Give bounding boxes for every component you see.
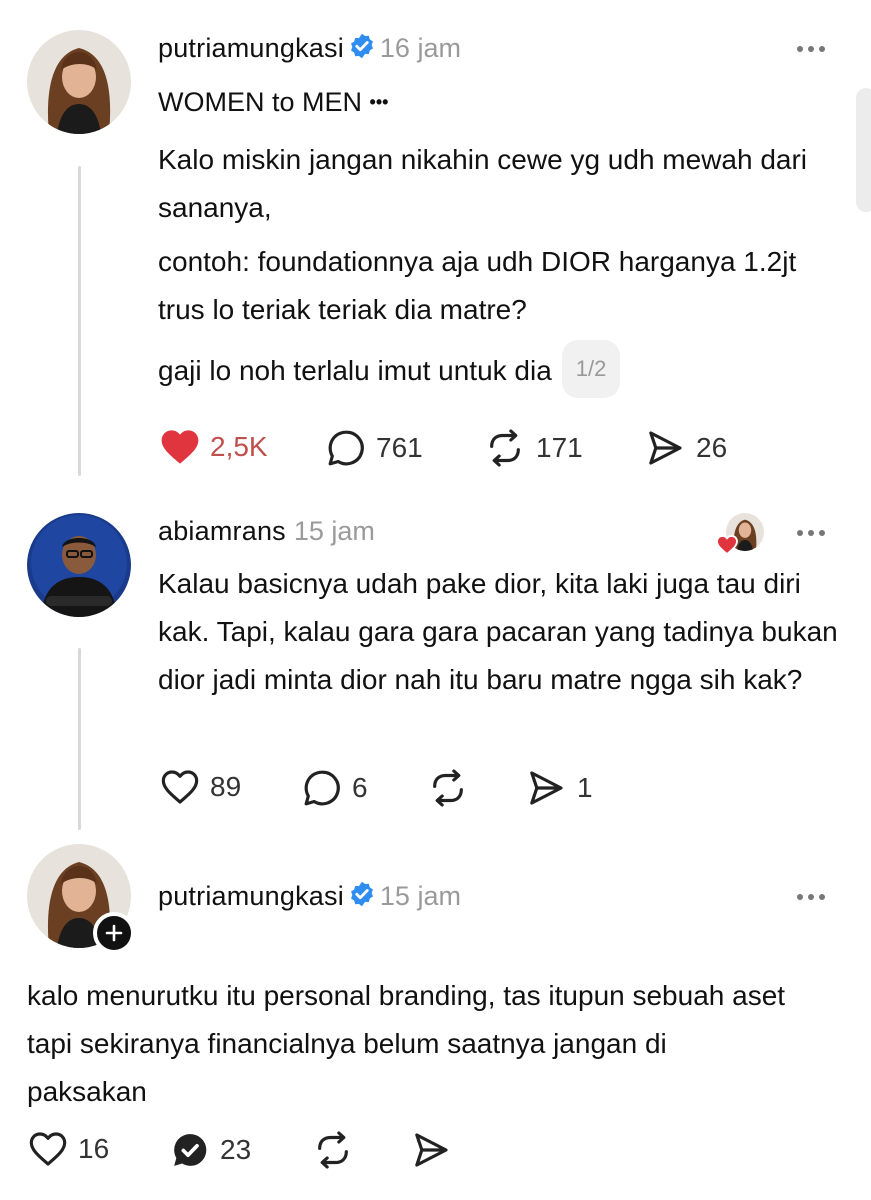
scrollbar-hint[interactable] [856,88,871,212]
page-indicator[interactable]: 1/2 [561,340,621,398]
username[interactable]: abiamrans [158,516,286,547]
post-paragraph-3: gaji lo noh terlalu imut untuk dia 1/2 [158,340,848,398]
repost-icon [490,429,520,467]
username[interactable]: putriamungkasi [158,33,344,64]
comment-count: 23 [220,1134,252,1165]
heart-filled-icon [161,430,199,464]
username[interactable]: putriamungkasi [158,881,344,912]
like-button[interactable]: 89 [160,768,241,806]
post-text: Kalau basicnya udah pake dior, kita laki… [158,568,838,695]
post-title: WOMEN to MEN ••• [158,87,389,117]
like-count: 16 [78,1133,110,1164]
verified-badge-icon [348,880,376,913]
thread-line [78,648,81,830]
comment-count: 6 [352,772,368,803]
like-count: 89 [210,771,242,802]
plus-icon [105,924,123,942]
verified-badge-icon [348,32,376,65]
title-ellipsis: ••• [369,92,389,112]
send-icon [530,771,563,805]
share-count: 1 [577,772,593,803]
avatar[interactable] [27,30,131,134]
comment-check-icon [174,1134,207,1166]
post-paragraph-2: contoh: foundationnya aja udh DIOR harga… [158,246,797,325]
send-icon [415,1133,448,1167]
post-header: abiamrans 15 jam [158,516,375,547]
repost-icon [318,1131,348,1169]
comment-icon [328,430,364,466]
like-button[interactable]: 16 [28,1130,109,1168]
post-header: putriamungkasi 15 jam [158,880,461,913]
thread-line [78,166,81,476]
liked-by-author-indicator [716,513,764,555]
like-count: 2,5K [210,431,268,462]
comment-button[interactable]: 6 [302,768,368,808]
share-count: 26 [696,432,728,463]
send-icon [649,431,682,465]
repost-button[interactable] [312,1130,354,1170]
heart-badge-icon [716,535,738,555]
more-options-icon[interactable] [797,46,825,52]
heart-icon [29,1132,67,1166]
heart-icon [161,770,199,804]
comment-button[interactable]: 23 [170,1130,251,1170]
post-header: putriamungkasi 16 jam [158,32,461,65]
more-options-icon[interactable] [797,530,825,536]
post-text: kalo menurutku itu personal branding, ta… [27,980,786,1107]
like-button[interactable]: 2,5K [160,428,268,466]
repost-button[interactable] [427,768,479,808]
repost-count: 171 [536,432,583,463]
repost-icon [433,769,463,807]
share-button[interactable]: 1 [525,768,593,808]
timestamp: 16 jam [379,33,461,63]
timestamp: 15 jam [379,881,461,911]
comment-count: 761 [376,432,423,463]
share-button[interactable] [410,1130,452,1170]
share-button[interactable]: 26 [644,428,727,468]
post-paragraph-1: Kalo miskin jangan nikahin cewe yg udh m… [158,144,808,223]
repost-button[interactable]: 171 [484,428,583,468]
comment-button[interactable]: 761 [326,428,423,468]
follow-plus-button[interactable] [93,912,135,954]
comment-icon [304,770,340,806]
more-options-icon[interactable] [797,894,825,900]
timestamp: 15 jam [293,516,375,546]
avatar[interactable] [27,513,131,617]
